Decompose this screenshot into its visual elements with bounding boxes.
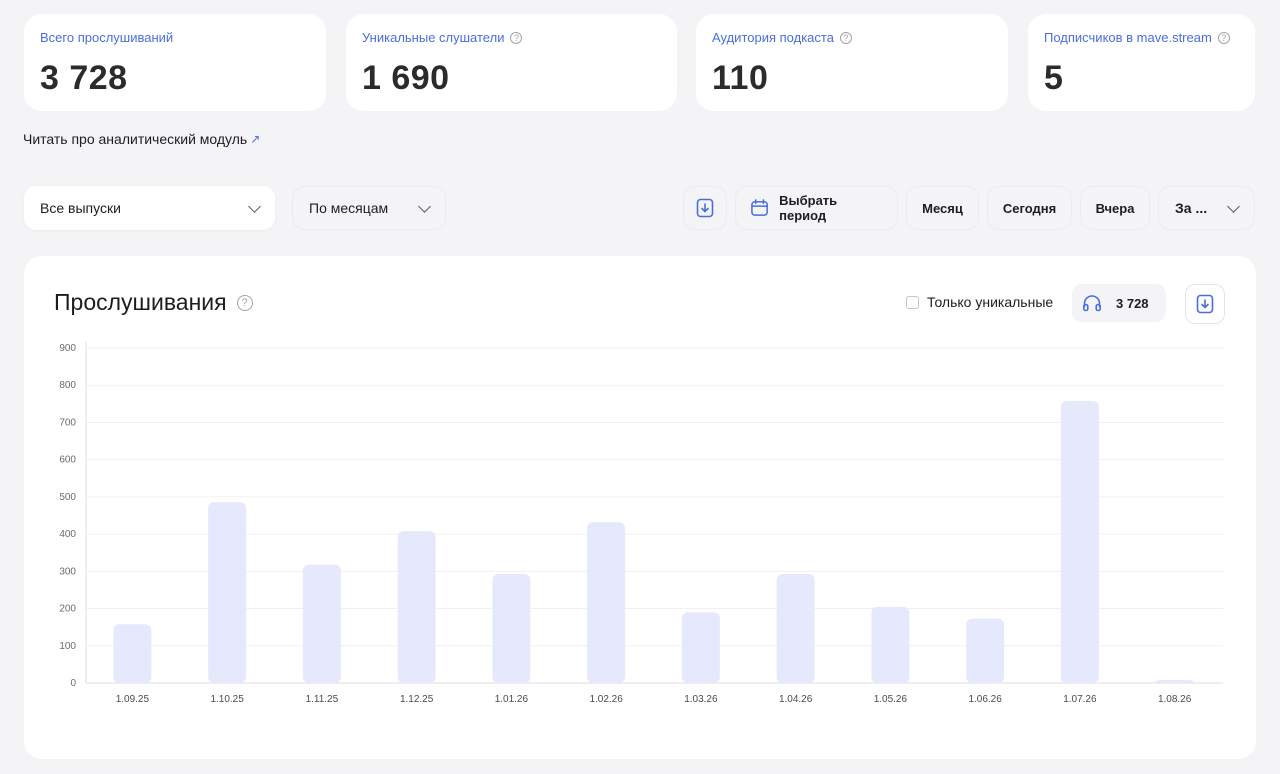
stat-card-subscribers: Подписчиков в mave.stream? 5 bbox=[1028, 14, 1255, 111]
x-tick-label: 1.09.25 bbox=[116, 694, 150, 705]
x-tick-label: 1.07.26 bbox=[1063, 694, 1097, 705]
yesterday-label: Вчера bbox=[1095, 200, 1135, 216]
stat-value: 5 bbox=[1044, 59, 1064, 97]
bar-1.09.25 bbox=[113, 624, 152, 683]
help-icon[interactable]: ? bbox=[510, 31, 523, 44]
chevron-down-icon bbox=[248, 199, 261, 213]
bar-1.10.25 bbox=[208, 502, 247, 683]
x-tick-label: 1.08.26 bbox=[1158, 694, 1192, 705]
analytics-docs-link[interactable]: Читать про аналитический модуль ↗ bbox=[23, 131, 260, 147]
download-file-icon bbox=[696, 198, 714, 218]
bar-1.08.26 bbox=[1155, 680, 1194, 683]
stat-card-unique-listeners: Уникальные слушатели? 1 690 bbox=[346, 14, 677, 111]
stat-label: Аудитория подкаста? bbox=[712, 30, 992, 45]
x-tick-label: 1.12.25 bbox=[400, 694, 434, 705]
bar-1.01.26 bbox=[492, 573, 531, 683]
y-tick-label: 700 bbox=[59, 417, 76, 428]
stat-card-total-listens: Всего прослушиваний 3 728 bbox=[24, 14, 326, 111]
analytics-docs-link-label: Читать про аналитический модуль bbox=[23, 131, 248, 147]
grouping-select-value: По месяцам bbox=[309, 200, 389, 216]
x-tick-label: 1.02.26 bbox=[589, 694, 623, 705]
bar-1.05.26 bbox=[871, 606, 910, 683]
bar-1.07.26 bbox=[1060, 400, 1099, 683]
x-tick-label: 1.04.26 bbox=[779, 694, 813, 705]
x-tick-label: 1.05.26 bbox=[874, 694, 908, 705]
x-tick-label: 1.01.26 bbox=[495, 694, 529, 705]
bar-1.02.26 bbox=[587, 522, 626, 683]
bar-1.12.25 bbox=[397, 531, 436, 683]
yesterday-button[interactable]: Вчера bbox=[1080, 186, 1150, 230]
bar-1.11.25 bbox=[302, 564, 341, 683]
help-icon[interactable]: ? bbox=[1217, 31, 1230, 44]
external-link-icon: ↗ bbox=[250, 132, 261, 146]
episodes-select-value: Все выпуски bbox=[40, 200, 121, 216]
choose-period-label: Выбрать период bbox=[779, 193, 838, 223]
episodes-select[interactable]: Все выпуски bbox=[24, 186, 275, 230]
range-select-value: За ... bbox=[1175, 200, 1208, 216]
stat-label: Уникальные слушатели? bbox=[362, 30, 661, 45]
listens-bar-chart: 0 100 200 300 400 500 600 700 800 900 1.09.25 1.10.… bbox=[59, 342, 1223, 705]
bar-1.04.26 bbox=[776, 573, 815, 683]
month-button[interactable]: Месяц bbox=[906, 186, 979, 230]
grouping-select[interactable]: По месяцам bbox=[292, 186, 446, 230]
stat-card-podcast-audience: Аудитория подкаста? 110 bbox=[696, 14, 1008, 111]
y-tick-label: 100 bbox=[59, 641, 76, 652]
export-button[interactable] bbox=[683, 186, 727, 230]
x-tick-label: 1.03.26 bbox=[684, 694, 718, 705]
help-icon[interactable]: ? bbox=[839, 31, 852, 44]
calendar-icon bbox=[751, 199, 768, 216]
y-tick-label: 400 bbox=[59, 529, 76, 540]
chevron-down-icon bbox=[418, 199, 431, 213]
stat-value: 3 728 bbox=[40, 59, 128, 97]
stat-label: Подписчиков в mave.stream? bbox=[1044, 30, 1239, 45]
y-tick-label: 500 bbox=[59, 492, 76, 503]
stat-label: Всего прослушиваний bbox=[40, 30, 174, 45]
y-tick-label: 200 bbox=[59, 604, 76, 615]
stat-value: 1 690 bbox=[362, 59, 450, 97]
y-tick-label: 0 bbox=[70, 678, 76, 689]
y-tick-label: 600 bbox=[59, 455, 76, 466]
today-button[interactable]: Сегодня bbox=[987, 186, 1072, 230]
bar-1.06.26 bbox=[966, 618, 1005, 683]
range-select[interactable]: За ... bbox=[1158, 186, 1255, 230]
y-tick-label: 900 bbox=[59, 343, 76, 354]
choose-period-button[interactable]: Выбрать период bbox=[735, 186, 898, 230]
y-tick-label: 300 bbox=[59, 566, 76, 577]
x-tick-label: 1.11.25 bbox=[306, 694, 339, 705]
x-tick-label: 1.06.26 bbox=[968, 694, 1002, 705]
y-tick-label: 800 bbox=[59, 380, 76, 391]
chevron-down-icon bbox=[1227, 199, 1240, 213]
today-label: Сегодня bbox=[1002, 200, 1057, 216]
bar-1.03.26 bbox=[681, 612, 720, 683]
month-label: Месяц bbox=[922, 200, 963, 216]
x-tick-label: 1.10.25 bbox=[210, 694, 244, 705]
listens-chart-card: Прослушивания ? Только уникальные 3 728 … bbox=[24, 256, 1256, 759]
stat-value: 110 bbox=[712, 59, 769, 97]
